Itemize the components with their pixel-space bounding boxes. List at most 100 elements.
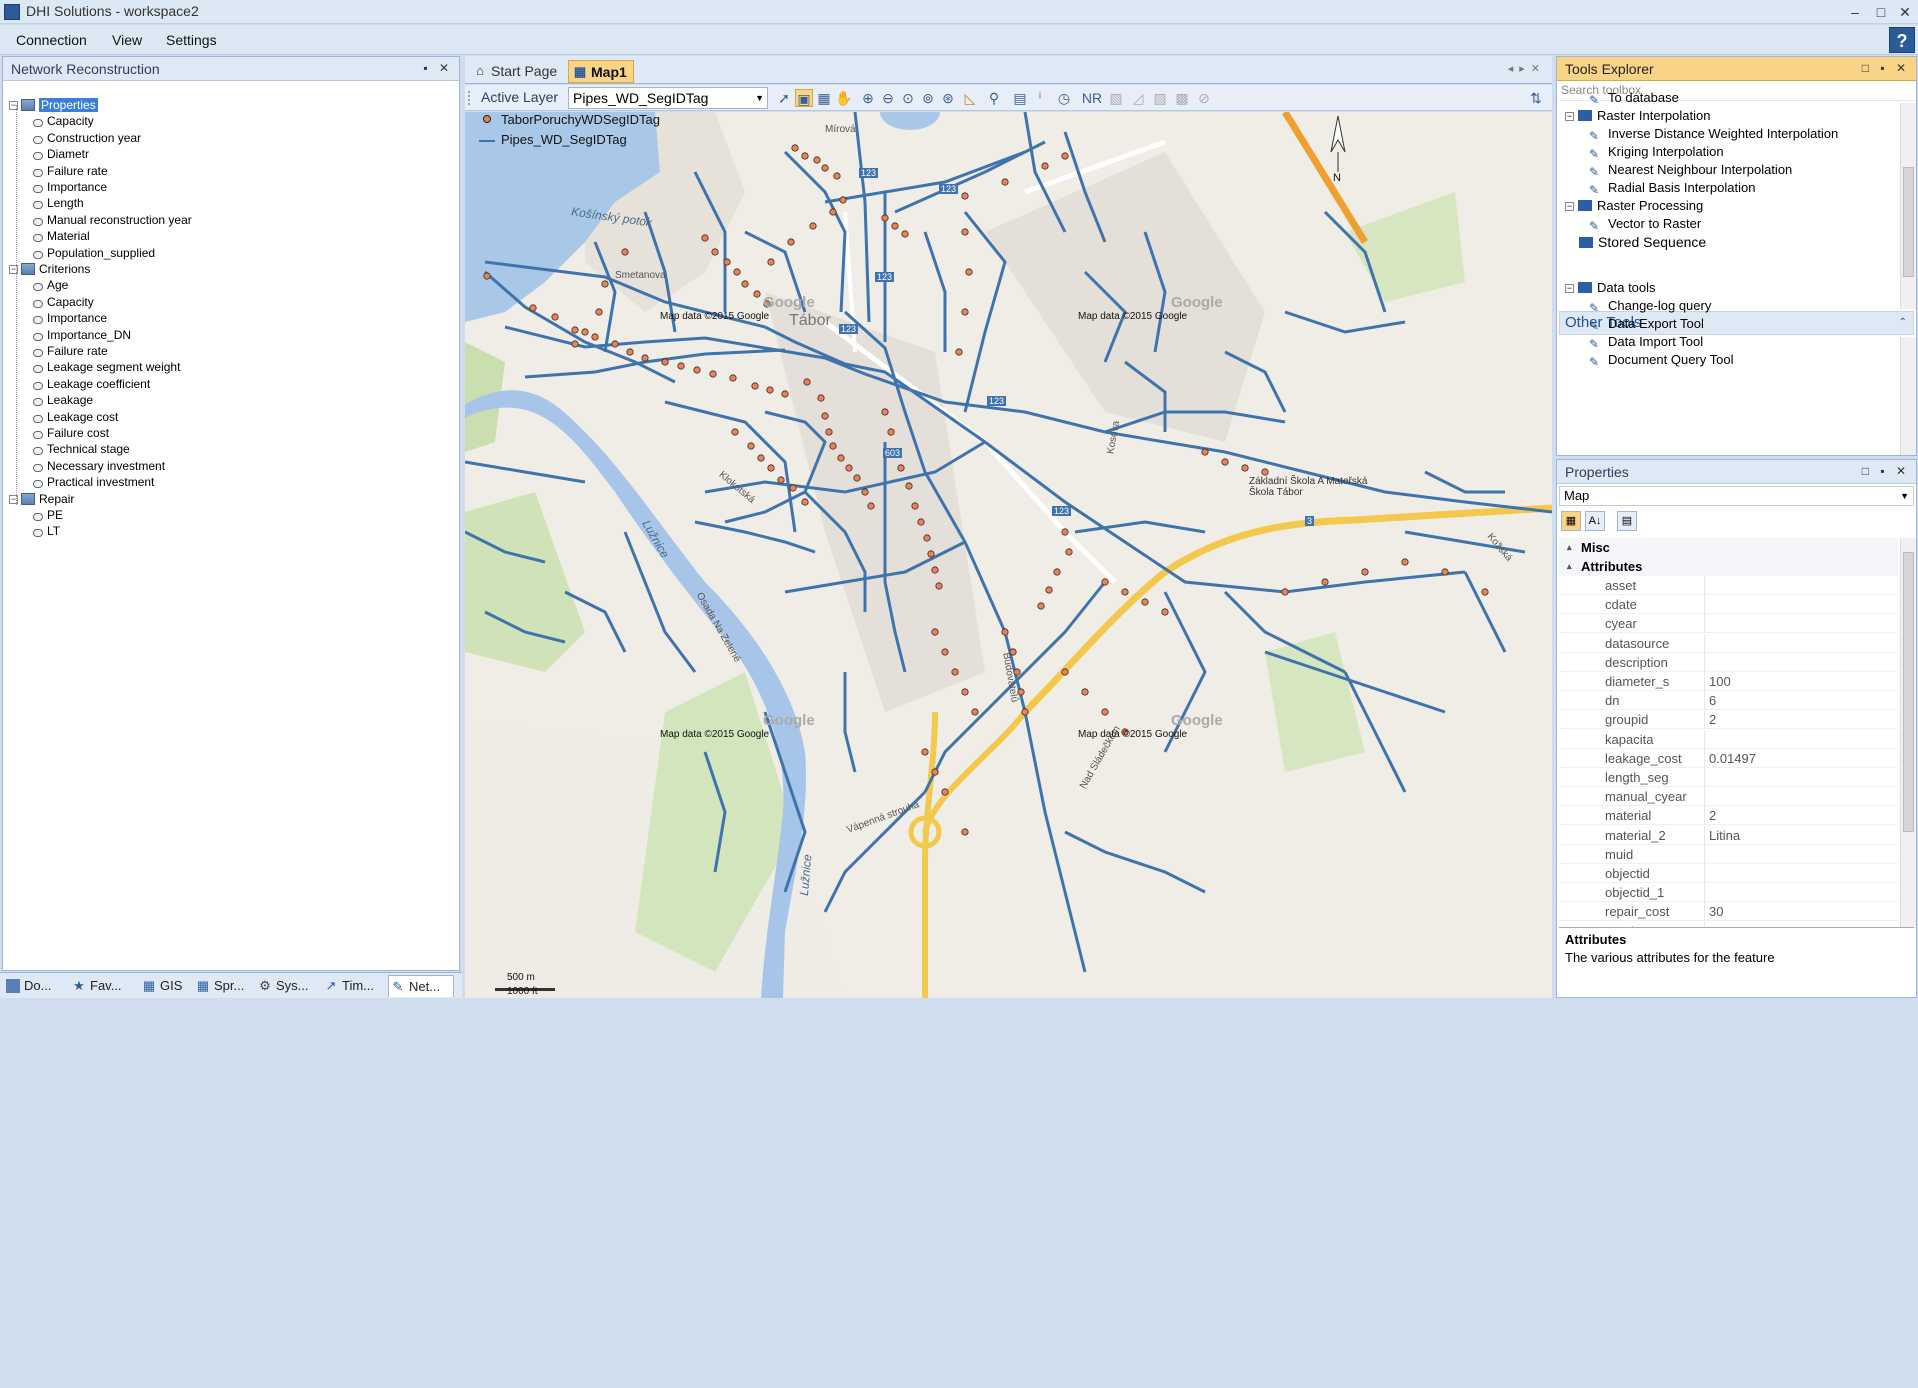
tree-leaf[interactable]: Leakage [33,392,93,408]
failure-point[interactable] [1401,558,1409,566]
nr-tool-4-icon[interactable]: ▩ [1173,89,1191,107]
pin-icon[interactable]: ▪ [1880,464,1888,478]
tab-timeseries[interactable]: ↗ Tim... [322,975,384,997]
failure-point[interactable] [677,362,685,370]
failure-point[interactable] [601,280,609,288]
legend-pipes[interactable]: Pipes_WD_SegIDTag [501,132,627,147]
tree-leaf[interactable]: Importance [33,310,107,326]
tree-leaf[interactable]: Material [33,228,90,244]
failure-point[interactable] [1101,578,1109,586]
property-row[interactable]: leakage_cost 0.01497 [1559,748,1898,768]
tree-node-properties[interactable]: − Properties [9,97,98,113]
tree-leaf[interactable]: Length [33,195,84,211]
failure-point[interactable] [941,648,949,656]
property-row[interactable]: diameter_s 100 [1559,672,1898,691]
failure-point[interactable] [767,258,775,266]
failure-point[interactable] [789,484,797,492]
failure-point[interactable] [1065,548,1073,556]
property-pages-icon[interactable]: ▤ [1617,511,1637,531]
menu-connection[interactable]: Connection [16,32,87,48]
failure-point[interactable] [941,788,949,796]
failure-point[interactable] [965,268,973,276]
failure-point[interactable] [961,688,969,696]
failure-point[interactable] [931,566,939,574]
tree-leaf[interactable]: Importance [33,179,107,195]
clock-icon[interactable]: ◷ [1055,89,1073,107]
failure-point[interactable] [825,428,833,436]
tree-leaf[interactable]: Leakage segment weight [33,359,180,375]
failure-point[interactable] [901,230,909,238]
tool-folder[interactable]: Stored Sequence [1565,231,1706,254]
property-value[interactable]: 6 [1709,691,1716,710]
categorized-view-icon[interactable]: ▦ [1561,511,1581,531]
property-row[interactable]: groupid 2 [1559,710,1898,730]
measure-icon[interactable]: ◺ [961,89,979,107]
failure-point[interactable] [891,222,899,230]
tab-network[interactable]: ✎ Net... [388,975,454,997]
failure-point[interactable] [961,308,969,316]
tree-leaf[interactable]: Age [33,277,68,293]
failure-point[interactable] [1261,468,1269,476]
failure-point[interactable] [1221,458,1229,466]
close-icon[interactable]: ✕ [1896,61,1910,75]
failure-point[interactable] [1121,588,1129,596]
failure-point[interactable] [1021,708,1029,716]
pin-icon[interactable]: ▪ [1880,61,1888,75]
zoom-extent-icon[interactable]: ⊙ [899,89,917,107]
menu-view[interactable]: View [112,32,142,48]
failure-point[interactable] [709,370,717,378]
select-features-icon[interactable]: ▣ [795,89,813,107]
failure-point[interactable] [905,482,913,490]
failure-point[interactable] [971,708,979,716]
expand-toggle-icon[interactable]: − [1565,284,1574,293]
expand-toggle-icon[interactable]: − [1565,202,1574,211]
property-row[interactable]: repair_cost 30 [1559,902,1898,922]
failure-point[interactable] [1061,528,1069,536]
property-row[interactable]: dn 6 [1559,691,1898,711]
failure-point[interactable] [829,442,837,450]
failure-point[interactable] [931,768,939,776]
failure-point[interactable] [911,502,919,510]
legend-failures[interactable]: TaborPoruchyWDSegIDTag [501,112,660,127]
failure-point[interactable] [1045,586,1053,594]
tree-leaf[interactable]: Leakage cost [33,409,118,425]
tree-leaf[interactable]: LT [33,523,60,539]
property-value[interactable]: 2 [1709,806,1716,825]
failure-point[interactable] [837,454,845,462]
help-button[interactable]: ? [1889,27,1915,53]
failure-point[interactable] [701,234,709,242]
maximize-panel-icon[interactable]: □ [1862,464,1873,478]
failure-point[interactable] [1053,568,1061,576]
failure-point[interactable] [1281,588,1289,596]
failure-point[interactable] [753,290,761,298]
failure-point[interactable] [711,248,719,256]
failure-point[interactable] [1361,568,1369,576]
tree-leaf[interactable]: Failure cost [33,425,109,441]
failure-point[interactable] [791,144,799,152]
failure-point[interactable] [551,313,559,321]
failure-point[interactable] [483,272,491,280]
failure-point[interactable] [867,502,875,510]
failure-point[interactable] [1017,688,1025,696]
property-row[interactable]: material 2 [1559,806,1898,826]
properties-object-select[interactable]: Map ▼ [1559,486,1914,506]
failure-point[interactable] [887,428,895,436]
property-row[interactable]: cdate [1559,595,1898,615]
properties-scrollbar[interactable] [1900,538,1916,928]
binoculars-icon[interactable]: ⚲ [985,89,1003,107]
tree-leaf[interactable]: Diametr [33,146,89,162]
failure-point[interactable] [1061,668,1069,676]
pan-hand-icon[interactable]: ✋ [835,89,853,107]
tab-spreadsheet[interactable]: ▦ Spr... [194,975,252,997]
nr-tool-2-icon[interactable]: ◿ [1129,89,1147,107]
map-canvas[interactable]: TaborPoruchyWDSegIDTag Pipes_WD_SegIDTag… [465,112,1552,998]
zoom-next-icon[interactable]: ⊛ [939,89,957,107]
alphabetical-sort-icon[interactable]: A↓ [1585,511,1605,531]
tree-leaf[interactable]: Importance_DN [33,327,131,343]
failure-point[interactable] [1441,568,1449,576]
close-icon[interactable]: ✕ [439,61,453,75]
nr-tool-1-icon[interactable]: ▧ [1107,89,1125,107]
failure-point[interactable] [951,668,959,676]
tab-gis[interactable]: ▦ GIS [140,975,190,997]
failure-point[interactable] [881,408,889,416]
